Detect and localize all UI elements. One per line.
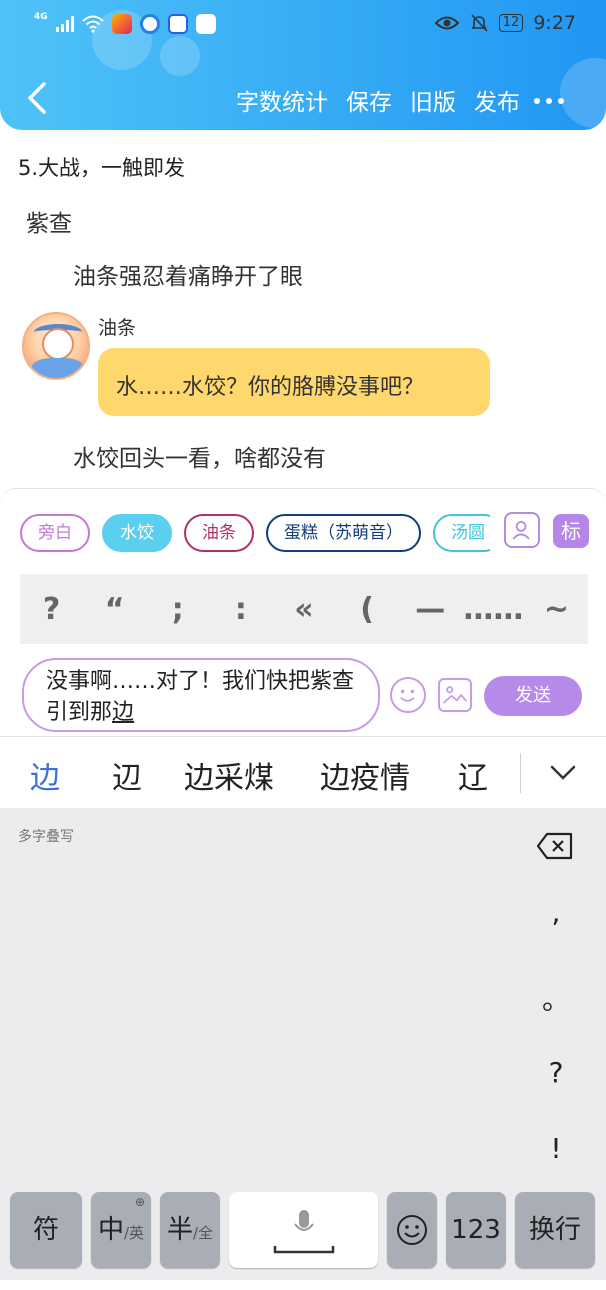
question-key[interactable]: ?	[540, 1056, 572, 1089]
comma-key[interactable]: ,	[540, 896, 572, 929]
word-count-button[interactable]: 字数统计	[236, 83, 328, 117]
chapter-title: 5.大战，一触即发	[18, 156, 186, 180]
handwriting-keyboard[interactable]: 多字叠写 , 。 ? ! 符 ⊕ 中/英 半/全 123 换行	[0, 808, 606, 1280]
old-version-button[interactable]: 旧版	[410, 83, 456, 117]
weather-notification-icon	[195, 14, 216, 34]
language-toggle-key[interactable]: ⊕ 中/英	[91, 1192, 151, 1268]
battery-level: 12	[498, 14, 524, 32]
browser-notification-icon	[139, 14, 160, 34]
app-notification-icon	[111, 14, 132, 34]
speaker-name: 油条	[98, 317, 137, 339]
globe-icon: ⊕	[134, 1195, 145, 1209]
candidate-item[interactable]: 辽	[458, 753, 488, 797]
microphone-icon	[273, 1210, 334, 1254]
publish-button[interactable]: 发布	[474, 83, 520, 117]
mute-bell-icon	[471, 14, 488, 32]
ime-candidate-bar: 边 辺 边采煤 边疫情 辽	[0, 736, 606, 808]
tag-button[interactable]: 标	[553, 514, 589, 548]
network-type: 4G	[34, 12, 48, 22]
symbol-key[interactable]: 符	[10, 1192, 82, 1268]
wifi-icon	[81, 15, 104, 33]
punct-quote[interactable]: “	[85, 592, 145, 627]
candidate-item[interactable]: 辺	[112, 753, 142, 797]
baidu-notification-icon	[167, 14, 188, 34]
dialogue-bubble[interactable]: 水……水饺？你的胳膊没事吧？	[98, 348, 490, 416]
top-app-bar: 4G 12 9:27 字数统计 保存 旧版 发布	[0, 0, 606, 130]
character-chip-tangyuan[interactable]: 汤圆	[433, 514, 490, 552]
status-bar: 4G 12 9:27	[0, 8, 606, 42]
handwriting-mode-label: 多字叠写	[18, 829, 74, 845]
smiley-icon	[397, 1215, 427, 1245]
width-toggle-key[interactable]: 半/全	[160, 1192, 220, 1268]
period-key[interactable]: 。	[540, 978, 572, 1018]
decor-bubble	[160, 36, 200, 76]
candidate-item[interactable]: 边采煤	[184, 753, 274, 797]
backspace-icon[interactable]	[536, 832, 574, 860]
punct-question[interactable]: ?	[22, 592, 82, 627]
character-chip-dangao[interactable]: 蛋糕（苏萌音）	[266, 514, 421, 552]
eye-comfort-icon	[434, 16, 459, 30]
character-chip-shuijiao[interactable]: 水饺	[102, 514, 172, 552]
punct-ellipsis[interactable]: ……	[463, 592, 523, 627]
save-button[interactable]: 保存	[346, 83, 392, 117]
signal-icon	[55, 16, 74, 32]
candidate-item[interactable]: 边	[30, 753, 60, 797]
chevron-down-icon[interactable]	[546, 755, 580, 789]
narration-line[interactable]: 紫查	[26, 204, 72, 238]
send-button[interactable]: 发送	[484, 676, 582, 716]
input-text: 没事啊……对了！我们快把紫查引到那	[46, 669, 355, 725]
space-key[interactable]	[229, 1192, 378, 1268]
editor-toolbar: 字数统计 保存 旧版 发布	[0, 78, 606, 120]
image-icon[interactable]	[438, 678, 472, 712]
role-card-icon[interactable]	[504, 512, 540, 548]
punct-tilde[interactable]: ~	[526, 592, 586, 627]
avatar[interactable]	[22, 312, 90, 380]
newline-key[interactable]: 换行	[515, 1192, 595, 1268]
ellipsis-icon[interactable]	[532, 86, 566, 116]
divider	[520, 753, 521, 793]
punct-paren[interactable]: (	[337, 592, 397, 627]
emoji-icon[interactable]	[390, 677, 426, 713]
candidate-item[interactable]: 边疫情	[320, 753, 410, 797]
exclamation-key[interactable]: !	[540, 1132, 572, 1165]
numbers-key[interactable]: 123	[446, 1192, 506, 1268]
punct-semicolon[interactable]: ;	[148, 592, 208, 627]
character-chip-youtiao[interactable]: 油条	[184, 514, 254, 552]
composing-text: 边	[112, 700, 135, 725]
punct-colon[interactable]: :	[211, 592, 271, 627]
punct-guillemet[interactable]: «	[274, 592, 334, 627]
character-selector: 旁白 水饺 油条 蛋糕（苏萌音） 汤圆	[20, 514, 490, 554]
character-chip-narrator[interactable]: 旁白	[20, 514, 90, 552]
chevron-left-icon[interactable]	[22, 80, 56, 116]
punct-dash[interactable]: —	[400, 592, 460, 627]
message-input[interactable]: 没事啊……对了！我们快把紫查引到那边	[22, 658, 380, 732]
punctuation-bar: ? “ ; : « ( — …… ~	[20, 574, 588, 644]
narration-line[interactable]: 水饺回头一看，啥都没有	[73, 439, 326, 473]
narration-line[interactable]: 油条强忍着痛睁开了眼	[73, 257, 303, 291]
clock: 9:27	[533, 12, 576, 34]
emoji-key[interactable]	[387, 1192, 437, 1268]
